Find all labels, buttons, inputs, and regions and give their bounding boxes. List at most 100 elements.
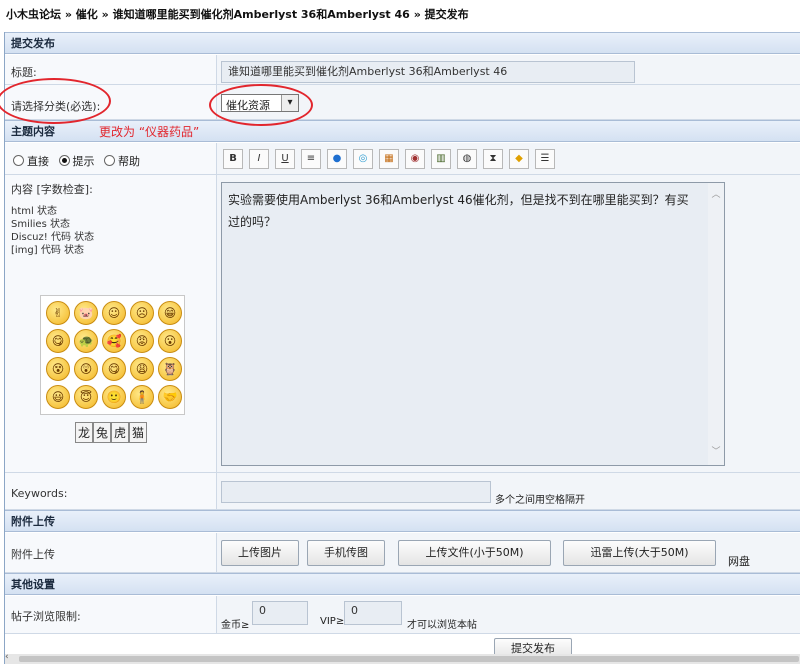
netdisk-link[interactable]: 网盘 [728,553,750,569]
underline-icon[interactable]: U [275,149,295,169]
chevron-up-icon[interactable]: ︿ [708,187,724,200]
gold-input[interactable]: 0 [252,601,308,625]
breadcrumb-section[interactable]: 催化 [76,8,98,21]
chevron-down-icon[interactable]: ﹀ [708,444,724,457]
keywords-hint: 多个之间用空格隔开 [495,495,585,506]
editor-toolbar: B I U ≡ ● ◎ ▦ ◉ ▥ ◍ ⧗ ◆ ☰ [217,143,800,174]
annotation-circle-select [209,84,313,126]
smiley-icon[interactable]: 😲 [74,357,98,381]
smiley-icon[interactable]: 🦉 [158,357,182,381]
smiley-icon[interactable]: 🙂 [102,385,126,409]
breadcrumb-current: 提交发布 [424,8,469,21]
view-limit-row: 帖子浏览限制: 金币≥ 0 VIP≥ 0 才可以浏览本帖 [5,596,800,634]
annotation-text: 更改为 “仪器药品” [99,125,200,139]
media-icon[interactable]: ◉ [405,149,425,169]
keywords-label: Keywords: [11,487,68,500]
breadcrumb-forum[interactable]: 小木虫论坛 [6,8,61,21]
section-header-submit: 提交发布 [5,32,800,54]
film-icon[interactable]: ▥ [431,149,451,169]
smiley-icon[interactable]: ✌ [46,301,70,325]
breadcrumb-separator: » [64,8,72,21]
mode-radio-hint[interactable]: 提示 [58,155,95,168]
title-input[interactable]: 谁知道哪里能买到催化剂Amberlyst 36和Amberlyst 46 [221,61,635,83]
smiley-tabs: 龙兔虎猫 [75,422,148,443]
list-icon[interactable]: ☰ [535,149,555,169]
smilies-panel: ✌ 🐷 ☺ ☹ 😁 😋 🐢 🥰 😡 😮 😵 😲 😋 😩 🦉 😃 😇 🙂 🧍 🤝 [40,295,185,415]
breadcrumb-separator: » [413,8,421,21]
annotation-circle-category [0,78,111,124]
breadcrumb-thread[interactable]: 谁知道哪里能买到催化剂Amberlyst 36和Amberlyst 46 [113,8,410,21]
attachment-buttons-cell: 上传图片 手机传图 上传文件(小于50M) 迅雷上传(大于50M) 网盘 [217,533,800,572]
code-icon[interactable]: ◍ [457,149,477,169]
content-textarea[interactable]: 实验需要使用Amberlyst 36和Amberlyst 46催化剂，但是找不到… [221,182,725,466]
smiley-icon[interactable]: 😡 [130,329,154,353]
smiley-icon[interactable]: 😋 [46,329,70,353]
content-editor-cell: 实验需要使用Amberlyst 36和Amberlyst 46催化剂，但是找不到… [217,175,800,472]
title-row: 标题: 谁知道哪里能买到催化剂Amberlyst 36和Amberlyst 46 [5,55,800,85]
mode-radio-help[interactable]: 帮助 [104,155,140,168]
align-icon[interactable]: ≡ [301,149,321,169]
smiley-icon[interactable]: 😋 [102,357,126,381]
content-text: 实验需要使用Amberlyst 36和Amberlyst 46催化剂，但是找不到… [228,193,689,229]
keywords-value-cell: 多个之间用空格隔开 [217,473,800,509]
italic-icon[interactable]: I [249,149,269,169]
status-smilies: Smilies 状态 [11,219,70,230]
attachment-row: 附件上传 上传图片 手机传图 上传文件(小于50M) 迅雷上传(大于50M) 网… [5,533,800,573]
view-limit-label: 帖子浏览限制: [11,610,81,623]
thunder-upload-button[interactable]: 迅雷上传(大于50M) [563,540,716,566]
smiley-icon[interactable]: 😮 [158,329,182,353]
category-row: 请选择分类(必选): 催化资源 ▾ [5,85,800,120]
smiley-icon[interactable]: 🥰 [102,329,126,353]
status-html: html 状态 [11,206,57,217]
scrollbar-thumb[interactable] [19,656,799,662]
breadcrumb-separator: » [101,8,109,21]
smiley-icon[interactable]: 😇 [74,385,98,409]
smiley-icon[interactable]: 😃 [46,385,70,409]
keywords-label-cell: Keywords: [5,473,217,509]
smiley-icon[interactable]: 🐢 [74,329,98,353]
upload-file-button[interactable]: 上传文件(小于50M) [398,540,551,566]
smiley-icon[interactable]: 😵 [46,357,70,381]
gold-label: 金币≥ [221,620,250,631]
smiley-tab-dragon[interactable]: 龙 [75,422,94,443]
mode-cell: 直接 提示 帮助 [5,143,217,174]
horizontal-scrollbar[interactable]: ‹ [5,652,800,664]
vip-input[interactable]: 0 [344,601,402,625]
section-header-other: 其他设置 [5,573,800,595]
view-limit-value-cell: 金币≥ 0 VIP≥ 0 才可以浏览本帖 [217,596,800,633]
status-list: html 状态 Smilies 状态 Discuz! 代码 状态 [img] 代… [11,205,94,257]
view-limit-label-cell: 帖子浏览限制: [5,596,217,633]
smiley-icon[interactable]: 🤝 [158,385,182,409]
mode-toolbar-row: 直接 提示 帮助 B I U ≡ ● ◎ ▦ ◉ ▥ ◍ ⧗ ◆ ☰ [5,143,800,175]
image-icon[interactable]: ▦ [379,149,399,169]
smiley-icon[interactable]: 🐷 [74,301,98,325]
section-header-content: 主题内容 更改为 “仪器药品” [5,120,800,142]
upload-image-button[interactable]: 上传图片 [221,540,299,566]
shield-icon[interactable]: ◆ [509,149,529,169]
smiley-tab-rabbit[interactable]: 兔 [93,422,112,443]
bold-icon[interactable]: B [223,149,243,169]
mode-radios: 直接 提示 帮助 [13,153,140,169]
smiley-icon[interactable]: 🧍 [130,385,154,409]
textarea-scrollbar[interactable]: ︿ ﹀ [708,183,724,465]
smiley-icon[interactable]: ☹ [130,301,154,325]
status-discuz: Discuz! 代码 状态 [11,232,95,243]
smiley-icon[interactable]: 😁 [158,301,182,325]
content-header-title: 主题内容 [11,125,55,138]
title-label: 标题: [11,66,37,79]
smiley-tab-tiger[interactable]: 虎 [111,422,130,443]
content-label: 内容 [字数检查]: [11,183,93,196]
link-icon[interactable]: ◎ [353,149,373,169]
keywords-row: Keywords: 多个之间用空格隔开 [5,473,800,510]
smiley-icon[interactable]: ☺ [102,301,126,325]
smiley-icon[interactable]: 😩 [130,357,154,381]
status-img: [img] 代码 状态 [11,245,85,256]
keywords-input[interactable] [221,481,491,503]
breadcrumb: 小木虫论坛 » 催化 » 谁知道哪里能买到催化剂Amberlyst 36和Amb… [6,6,469,22]
chevron-left-icon[interactable]: ‹ [5,652,15,662]
smiley-tab-cat[interactable]: 猫 [129,422,148,443]
globe-icon[interactable]: ● [327,149,347,169]
hourglass-icon[interactable]: ⧗ [483,149,503,169]
mode-radio-direct[interactable]: 直接 [13,155,49,168]
mobile-upload-button[interactable]: 手机传图 [307,540,385,566]
